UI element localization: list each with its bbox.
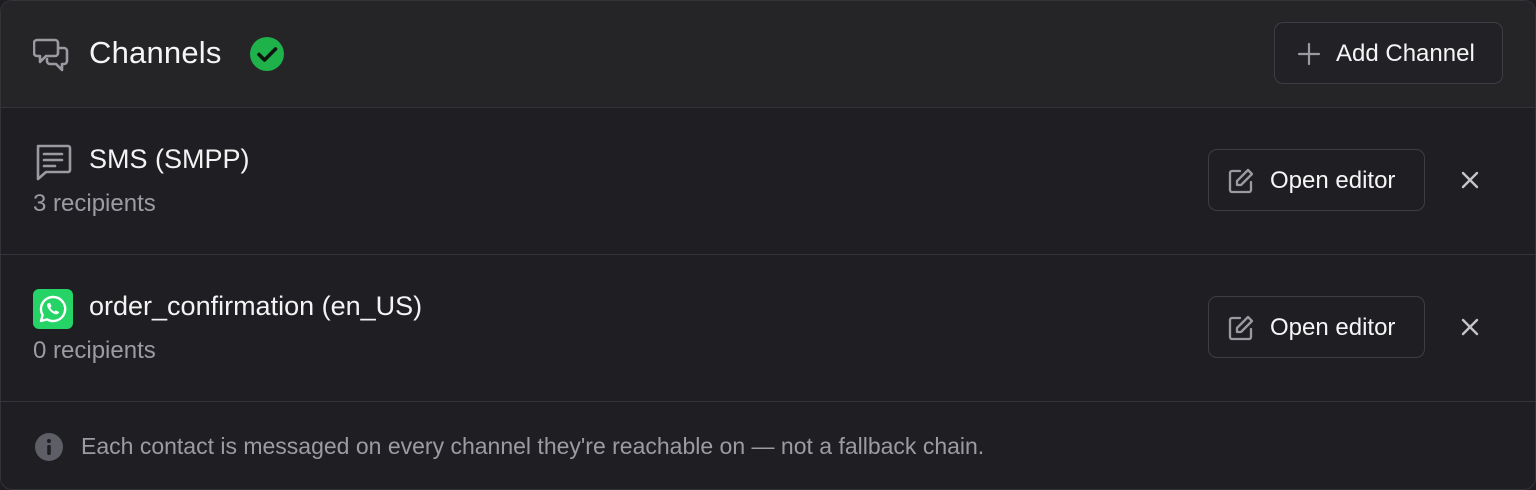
channel-row-whatsapp: order_confirmation (en_US) 0 recipients … [1, 255, 1535, 402]
check-circle-icon [249, 36, 285, 72]
info-text: Each contact is messaged on every channe… [81, 433, 985, 459]
info-icon [34, 432, 64, 462]
page-title: Channels [89, 35, 222, 70]
channel-row-sms: SMS (SMPP) 3 recipients Open editor [1, 108, 1535, 255]
remove-channel-close-icon[interactable] [1456, 166, 1484, 194]
add-channel-label: Add Channel [1336, 40, 1475, 67]
open-editor-label: Open editor [1270, 314, 1396, 341]
pencil-square-icon [1227, 314, 1255, 342]
add-channel-button[interactable]: Add Channel [1274, 22, 1503, 84]
open-editor-label: Open editor [1270, 167, 1396, 194]
message-lines-icon [33, 142, 73, 182]
chat-bubbles-icon [32, 36, 71, 72]
channels-panel: Channels Add Channel SMS (SMPP) 3 recipi… [0, 0, 1536, 490]
whatsapp-icon [33, 289, 73, 329]
info-footer: Each contact is messaged on every channe… [1, 402, 1535, 489]
open-editor-button[interactable]: Open editor [1208, 149, 1425, 211]
plus-icon [1297, 42, 1321, 66]
channels-header: Channels Add Channel [1, 1, 1535, 108]
remove-channel-close-icon[interactable] [1456, 313, 1484, 341]
channel-recipients: 0 recipients [33, 337, 156, 364]
channel-title: SMS (SMPP) [89, 144, 250, 174]
open-editor-button[interactable]: Open editor [1208, 296, 1425, 358]
channel-recipients: 3 recipients [33, 190, 156, 217]
pencil-square-icon [1227, 167, 1255, 195]
channel-title: order_confirmation (en_US) [89, 291, 423, 321]
